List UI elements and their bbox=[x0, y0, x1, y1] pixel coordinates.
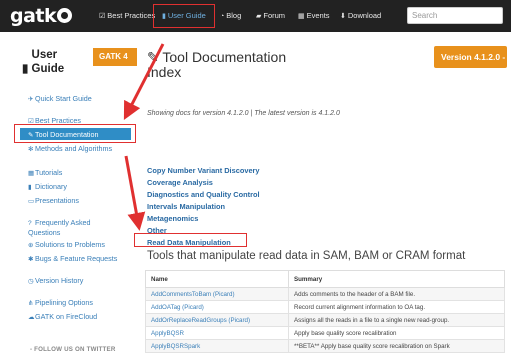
plane-icon: ✈ bbox=[28, 96, 34, 103]
tool-summary: Adds comments to the header of a BAM fil… bbox=[288, 287, 505, 301]
version-dropdown-button[interactable]: Version 4.1.2.0 - bbox=[434, 46, 507, 68]
cloud-icon: ☁ bbox=[28, 314, 35, 321]
slides-icon: ▭ bbox=[28, 198, 35, 205]
nav-events[interactable]: ▦ Events bbox=[298, 11, 330, 20]
tools-table: Name Summary AddCommentsToBam (Picard) A… bbox=[145, 270, 505, 353]
tool-link[interactable]: AddCommentsToBam (Picard) bbox=[145, 287, 289, 301]
sidebar-item-quick-start[interactable]: ✈ Quick Start Guide bbox=[28, 94, 92, 103]
tool-summary: Apply base quality score recalibration bbox=[288, 326, 505, 340]
nav-best-practices[interactable]: ☑ Best Practices bbox=[99, 11, 155, 20]
column-header-summary: Summary bbox=[288, 270, 505, 288]
tool-summary: **BETA** Apply base quality score recali… bbox=[288, 339, 505, 353]
category-link-diagnostics[interactable]: Diagnostics and Quality Control bbox=[147, 190, 260, 199]
category-link-metagenomics[interactable]: Metagenomics bbox=[147, 214, 198, 223]
table-row: ApplyBQSRSpark **BETA** Apply base quali… bbox=[145, 339, 505, 353]
grid-icon: ▦ bbox=[28, 170, 35, 177]
sidebar-item-presentations[interactable]: ▭Presentations bbox=[28, 196, 79, 205]
category-link-intervals[interactable]: Intervals Manipulation bbox=[147, 202, 225, 211]
tool-link[interactable]: ApplyBQSR bbox=[145, 326, 289, 340]
top-navbar: gatk ☑ Best Practices ▮ User Guide ◔ Blog ▰… bbox=[0, 0, 511, 32]
annotation-box-user-guide bbox=[153, 4, 215, 28]
sidebar-title: ▮ User Guide bbox=[22, 49, 65, 75]
table-header-row: Name Summary bbox=[145, 270, 505, 288]
table-row: AddOrReplaceReadGroups (Picard) Assigns … bbox=[145, 313, 505, 327]
nav-forum[interactable]: ▰ Forum bbox=[256, 11, 285, 20]
nav-blog[interactable]: ◔ Blog bbox=[220, 11, 241, 20]
follow-twitter-label: - FOLLOW US ON TWITTER bbox=[30, 346, 116, 353]
comments-icon: ▰ bbox=[256, 13, 262, 20]
version-info-text: Showing docs for version 4.1.2.0 | The l… bbox=[147, 110, 340, 117]
annotation-box-read-data-manipulation bbox=[134, 233, 247, 247]
column-header-name: Name bbox=[145, 270, 289, 288]
category-link-cnv[interactable]: Copy Number Variant Discovery bbox=[147, 166, 260, 175]
rss-icon: ◔ bbox=[220, 13, 225, 20]
sidebar-item-faq[interactable]: ? Frequently Asked Questions bbox=[28, 218, 108, 237]
gatk4-badge[interactable]: GATK 4 bbox=[93, 48, 137, 66]
history-icon: ◷ bbox=[28, 278, 34, 285]
category-link-coverage[interactable]: Coverage Analysis bbox=[147, 178, 213, 187]
sidebar-item-version-history[interactable]: ◷Version History bbox=[28, 276, 83, 285]
tool-link[interactable]: AddOrReplaceReadGroups (Picard) bbox=[145, 313, 289, 327]
search-input[interactable] bbox=[407, 7, 503, 24]
nav-download[interactable]: ⬇ Download bbox=[340, 11, 381, 20]
question-icon: ? bbox=[28, 220, 32, 227]
tool-summary: Record current alignment information to … bbox=[288, 300, 505, 314]
checkbox-icon: ☑ bbox=[99, 13, 106, 20]
sidebar-item-dictionary[interactable]: ▮ Dictionary bbox=[28, 182, 67, 191]
page-title: ✎ Tool Documentation Index bbox=[147, 49, 287, 80]
bug-icon: ✱ bbox=[28, 256, 34, 263]
book-icon: ▮ bbox=[22, 63, 29, 75]
download-icon: ⬇ bbox=[340, 13, 346, 20]
gatk-logo[interactable]: gatk bbox=[10, 5, 73, 27]
tool-summary: Assigns all the reads in a file to a sin… bbox=[288, 313, 505, 327]
calendar-icon: ▦ bbox=[298, 13, 305, 20]
annotation-box-tool-documentation bbox=[14, 124, 136, 143]
sidebar-item-tutorials[interactable]: ▦Tutorials bbox=[28, 168, 62, 177]
sidebar-item-methods[interactable]: ✻ Methods and Algorithms bbox=[28, 144, 112, 153]
flowchart-icon: ⋔ bbox=[28, 300, 34, 307]
sidebar-item-solutions[interactable]: ⊕ Solutions to Problems bbox=[28, 240, 105, 249]
wrench-icon: ✎ bbox=[147, 49, 159, 65]
book-icon: ▮ bbox=[28, 184, 32, 191]
lifebuoy-icon: ⊕ bbox=[28, 242, 34, 249]
sidebar-item-pipelining[interactable]: ⋔ Pipelining Options bbox=[28, 298, 93, 307]
table-row: AddCommentsToBam (Picard) Adds comments … bbox=[145, 287, 505, 301]
gear-icon: ✻ bbox=[28, 146, 34, 153]
section-title: Tools that manipulate read data in SAM, … bbox=[147, 250, 466, 262]
arrow-to-read-data-manipulation bbox=[124, 155, 146, 231]
table-row: AddOATag (Picard) Record current alignme… bbox=[145, 300, 505, 314]
sidebar-item-firecloud[interactable]: ☁GATK on FireCloud bbox=[28, 312, 97, 321]
table-row: ApplyBQSR Apply base quality score recal… bbox=[145, 326, 505, 340]
sidebar-item-bugs[interactable]: ✱ Bugs & Feature Requests bbox=[28, 254, 117, 263]
tool-link[interactable]: AddOATag (Picard) bbox=[145, 300, 289, 314]
tool-link[interactable]: ApplyBQSRSpark bbox=[145, 339, 289, 353]
logo-mark-icon bbox=[57, 8, 73, 23]
